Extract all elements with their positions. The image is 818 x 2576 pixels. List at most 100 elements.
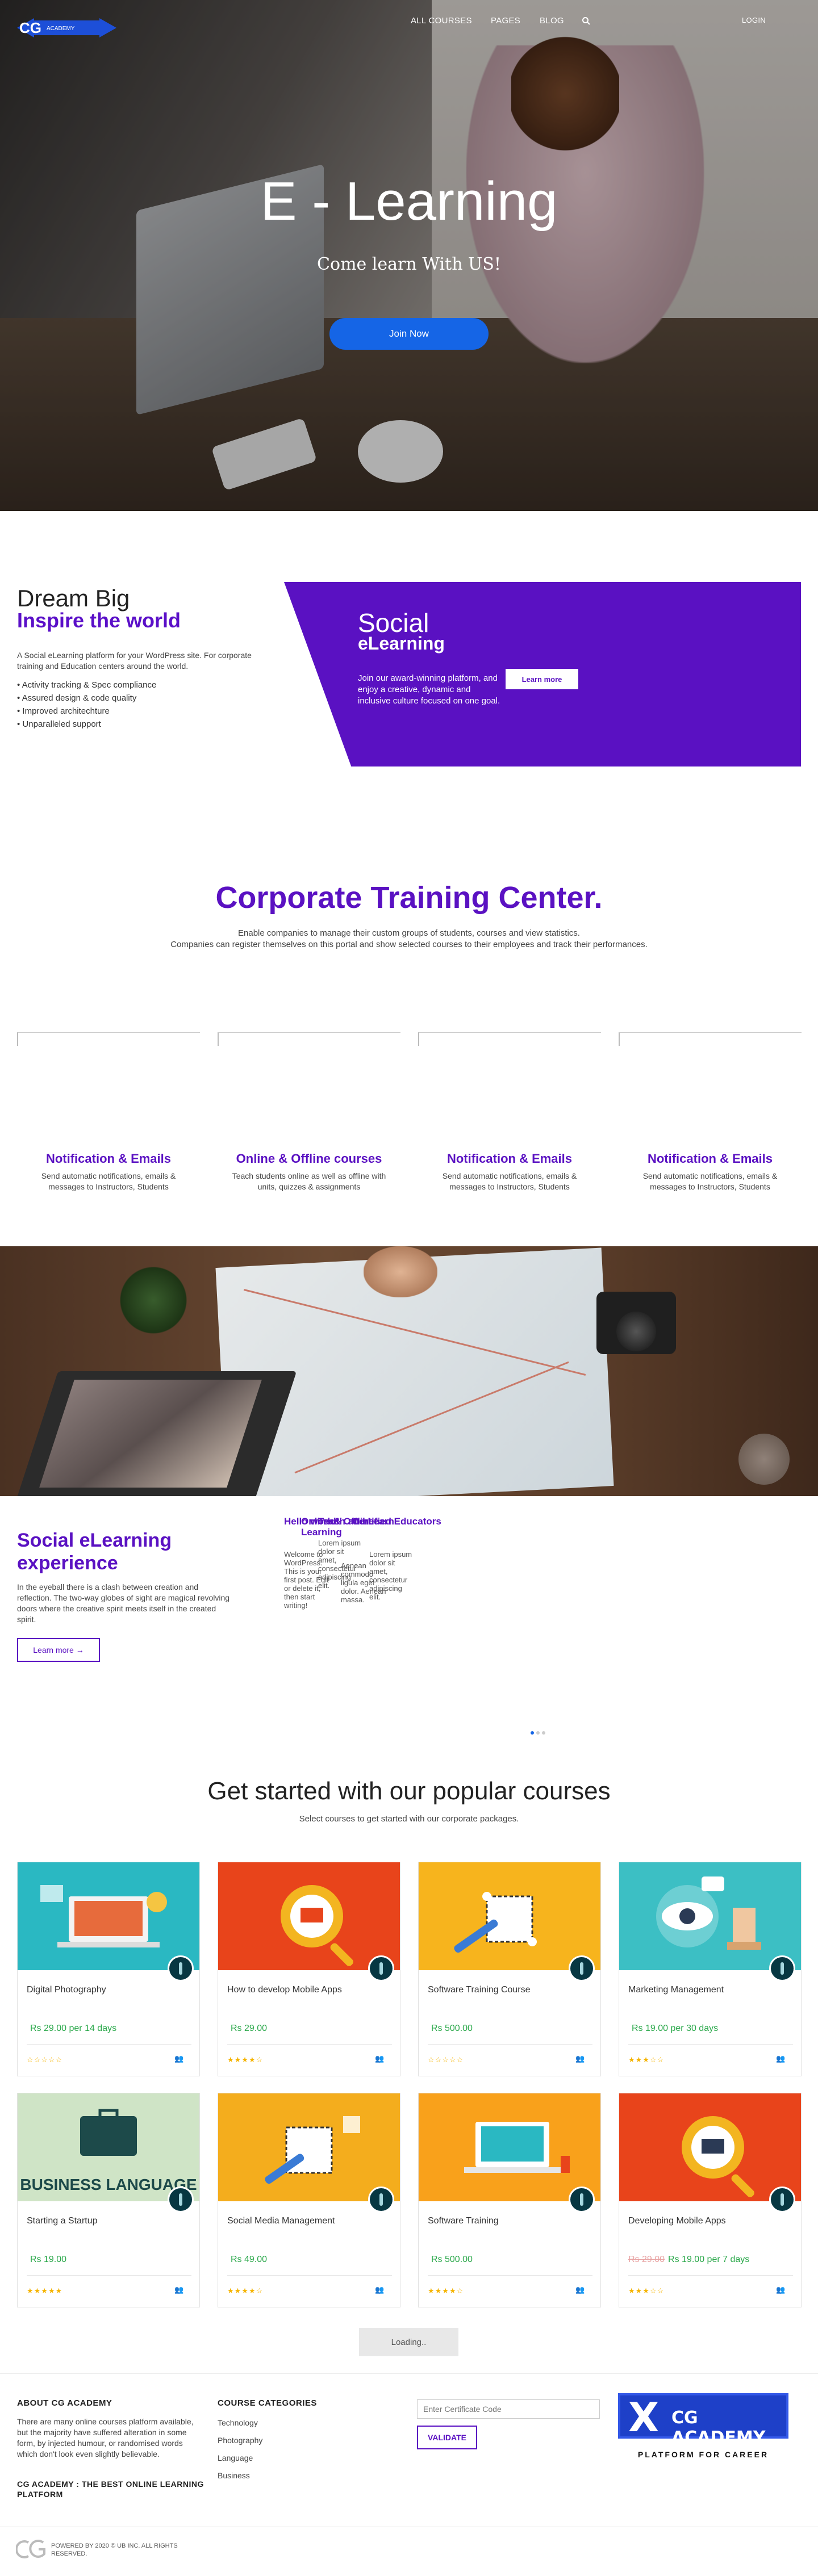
course-card[interactable]: Social Media Management Rs 49.00 ★★★★☆ 👥 — [218, 2093, 400, 2307]
nav-pages[interactable]: PAGES — [491, 16, 520, 26]
footer-category-link[interactable]: Photography — [218, 2435, 262, 2446]
students-icon: 👥 — [174, 2054, 184, 2063]
feature-image — [619, 1032, 802, 1046]
course-price: Rs 29.00 — [227, 2024, 267, 2034]
instructor-avatar[interactable] — [368, 2187, 394, 2213]
feature-card: Notification & Emails Send automatic not… — [418, 1032, 601, 1203]
popular-courses-subtitle: Select courses to get started with our c… — [299, 1814, 519, 1824]
dream-title: Dream Big — [17, 585, 130, 611]
students-icon: 👥 — [375, 2285, 385, 2294]
course-card[interactable]: Digital Photography Rs 29.00 per 14 days ☆… — [17, 1862, 200, 2076]
course-image[interactable] — [619, 2093, 801, 2201]
course-price: Rs 29.00 Rs 19.00 per 7 days — [628, 2255, 749, 2265]
card-divider — [628, 2275, 793, 2276]
instructor-avatar[interactable] — [168, 2187, 194, 2213]
course-image[interactable]: BUSINESS LANGUAGE — [18, 2093, 199, 2201]
course-card[interactable]: Marketing Management Rs 19.00 per 30 days… — [619, 1862, 802, 2076]
footer-category-link[interactable]: Technology — [218, 2418, 258, 2428]
course-price: Rs 19.00 — [27, 2255, 66, 2265]
dream-subtitle: Inspire the world — [17, 609, 181, 632]
footer-category-link[interactable]: Business — [218, 2470, 250, 2481]
course-name[interactable]: Marketing Management — [628, 1985, 724, 1995]
brand-name: CG ACADEMY — [671, 2408, 766, 2448]
list-item: Assured design & code quality — [17, 692, 261, 705]
feature-text: Send automatic notifications, emails & m… — [642, 1171, 778, 1191]
instructor-avatar[interactable] — [769, 1955, 795, 1982]
footer-about-text: There are many online courses platform a… — [17, 2417, 194, 2458]
instructor-avatar[interactable] — [569, 1955, 595, 1982]
course-name[interactable]: Software Training Course — [428, 1985, 531, 1995]
course-name[interactable]: Digital Photography — [27, 1985, 106, 1995]
logo[interactable]: CG ACADEMY — [17, 11, 116, 44]
students-icon: 👥 — [174, 2285, 184, 2294]
students-icon: 👥 — [575, 2054, 585, 2063]
feature-card: Online & Offline courses Teach students … — [218, 1032, 400, 1203]
popular-courses-title: Get started with our popular courses — [207, 1777, 611, 1805]
join-now-button[interactable]: Join Now — [329, 318, 489, 350]
nav-all-courses[interactable]: ALL COURSES — [411, 16, 472, 26]
plant — [114, 1263, 193, 1337]
rating-stars: ★★★★☆ — [227, 2286, 264, 2295]
course-image[interactable] — [218, 2093, 400, 2201]
rating-stars: ★★★★☆ — [227, 2055, 264, 2064]
list-item: Improved architechture — [17, 705, 261, 718]
footer-category-link[interactable]: Language — [218, 2453, 253, 2464]
course-price: Rs 19.00 per 30 days — [628, 2024, 718, 2034]
card-divider — [227, 2044, 392, 2045]
card-divider — [227, 2275, 392, 2276]
corporate-line-1: Enable companies to manage their custom … — [238, 928, 580, 938]
instructor-avatar[interactable] — [569, 2187, 595, 2213]
experience-title: Social eLearning experience — [17, 1530, 172, 1574]
course-name[interactable]: How to develop Mobile Apps — [227, 1985, 342, 1995]
course-card[interactable]: BUSINESS LANGUAGE Starting a Startup Rs 19… — [17, 2093, 200, 2307]
rating-stars: ☆☆☆☆☆ — [27, 2055, 63, 2064]
list-item: Activity tracking & Spec compliance — [17, 678, 261, 692]
post-excerpt: Lorem ipsum dolor sit amet, consectetur … — [369, 1550, 412, 1601]
course-card[interactable]: Software Training Course Rs 500.00 ☆☆☆☆☆ 👥 — [418, 1862, 601, 2076]
footer-about-tagline: CG ACADEMY : THE BEST ONLINE LEARNING PL… — [17, 2479, 204, 2499]
card-divider — [428, 2275, 592, 2276]
hand — [364, 1246, 437, 1297]
course-price-period: per 30 days — [668, 2024, 719, 2033]
footer-about-title: ABOUT CG ACADEMY — [17, 2398, 112, 2408]
learn-more-button[interactable]: Learn more — [506, 669, 578, 689]
card-divider — [428, 2044, 592, 2045]
feature-image — [218, 1032, 400, 1046]
post-title[interactable]: Certified Educators — [352, 1516, 443, 1527]
course-image[interactable] — [18, 1862, 199, 1970]
search-icon[interactable] — [582, 16, 591, 26]
instructor-avatar[interactable] — [168, 1955, 194, 1982]
copyright-text: POWERED BY 2020 © UB INC. ALL RIGHTS RES… — [51, 2543, 178, 2557]
dream-intro: A Social eLearning platform for your Wor… — [17, 651, 252, 671]
rating-stars: ★★★☆☆ — [628, 2055, 665, 2064]
course-name[interactable]: Social Media Management — [227, 2216, 335, 2226]
experience-learn-more-button[interactable]: Learn more → — [17, 1638, 100, 1662]
brand-tagline: PLATFORM FOR CAREER — [637, 2450, 769, 2459]
course-card[interactable]: How to develop Mobile Apps Rs 29.00 ★★★★☆ 👥 — [218, 1862, 400, 2076]
course-price-value: Rs 19.00 — [632, 2024, 669, 2033]
footer-logo-icon — [16, 2539, 45, 2558]
nav-blog[interactable]: BLOG — [540, 16, 564, 26]
course-card[interactable]: Software Training Rs 500.00 ★★★★☆ 👥 — [418, 2093, 601, 2307]
course-price-value: Rs 29.00 — [231, 2024, 268, 2033]
course-image[interactable] — [218, 1862, 400, 1970]
course-image[interactable] — [619, 1862, 801, 1970]
dream-bullet-list: Activity tracking & Spec compliance Assu… — [17, 678, 261, 731]
course-name[interactable]: Developing Mobile Apps — [628, 2216, 726, 2226]
rating-stars: ☆☆☆☆☆ — [428, 2055, 464, 2064]
login-link[interactable]: LOGIN — [742, 16, 766, 24]
instructor-avatar[interactable] — [368, 1955, 394, 1982]
feature-card: Notification & Emails Send automatic not… — [619, 1032, 802, 1203]
validate-button[interactable]: VALIDATE — [417, 2426, 477, 2449]
course-price-period: per 7 days — [704, 2255, 750, 2264]
course-image[interactable] — [419, 1862, 600, 1970]
carousel-dots[interactable] — [531, 1727, 553, 1735]
course-image[interactable] — [419, 2093, 600, 2201]
course-name[interactable]: Software Training — [428, 2216, 499, 2226]
course-card[interactable]: Developing Mobile Apps Rs 29.00 Rs 19.00 p… — [619, 2093, 802, 2307]
course-name[interactable]: Starting a Startup — [27, 2216, 98, 2226]
loading-button[interactable]: Loading.. — [359, 2328, 458, 2356]
certificate-code-input[interactable] — [417, 2399, 600, 2419]
feature-image — [418, 1032, 601, 1046]
instructor-avatar[interactable] — [769, 2187, 795, 2213]
